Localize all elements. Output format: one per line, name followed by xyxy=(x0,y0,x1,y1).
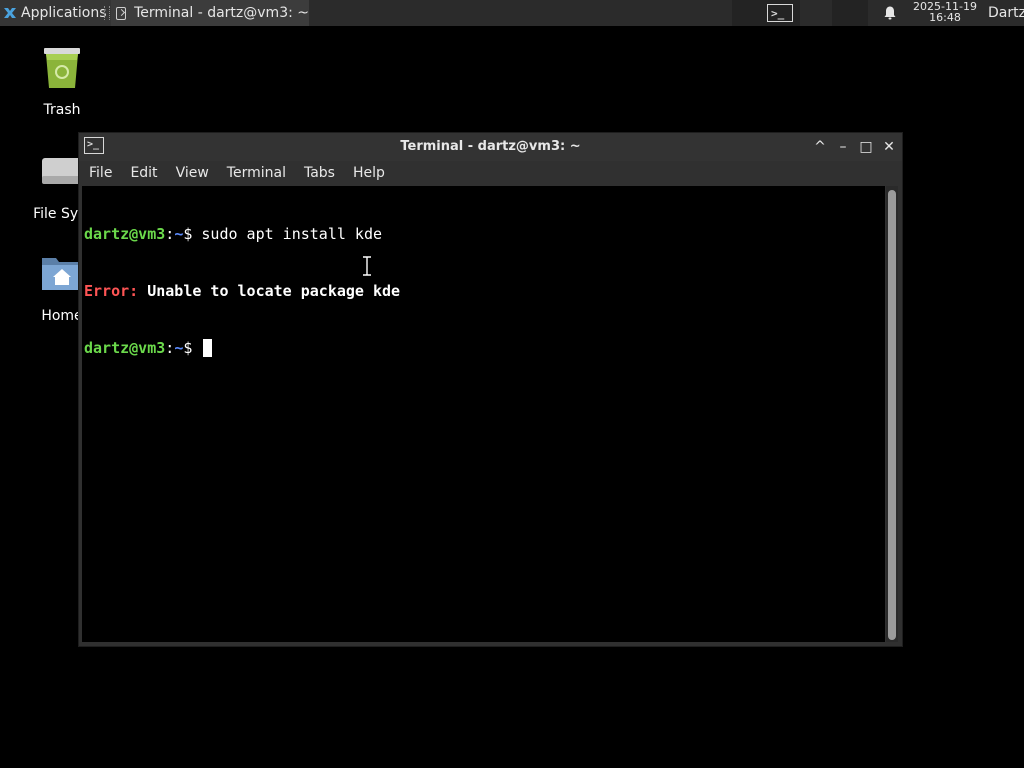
terminal-line: dartz@vm3:~$ sudo apt install kde xyxy=(84,225,883,244)
taskbar-terminal-label: Terminal - dartz@vm3: ~ xyxy=(134,5,309,21)
panel-clock[interactable]: 2025-11-19 16:48 xyxy=(906,1,984,23)
top-panel: Applications Terminal - dartz@vm3: ~ >_ … xyxy=(0,0,1024,26)
desktop-icon-trash[interactable]: Trash xyxy=(17,44,107,118)
prompt-user-host: dartz@vm3 xyxy=(84,225,166,243)
text-cursor xyxy=(203,339,213,357)
prompt-separator: : xyxy=(165,339,175,357)
prompt-symbol: $ xyxy=(183,225,202,243)
ibeam-cursor-icon xyxy=(363,256,371,276)
applications-menu-button[interactable]: Applications xyxy=(0,0,113,26)
workspace-2-button[interactable] xyxy=(832,0,868,26)
terminal-line: dartz@vm3:~$ xyxy=(84,339,883,358)
taskbar-terminal-button[interactable]: Terminal - dartz@vm3: ~ xyxy=(111,0,309,26)
user-menu-button[interactable]: Dartz xyxy=(988,0,1024,26)
prompt-user-host: dartz@vm3 xyxy=(84,339,166,357)
prompt-symbol: $ xyxy=(183,339,202,357)
error-label: Error: xyxy=(84,282,139,300)
notification-bell-icon[interactable] xyxy=(882,5,898,21)
terminal-scrollbar[interactable] xyxy=(886,186,898,642)
window-maximize-button[interactable]: □ xyxy=(858,139,874,155)
terminal-launcher-icon[interactable]: >_ xyxy=(767,4,793,22)
window-minimize-button[interactable]: – xyxy=(835,139,851,155)
desktop-label-trash: Trash xyxy=(43,102,81,118)
menu-help[interactable]: Help xyxy=(345,161,393,185)
menu-file[interactable]: File xyxy=(81,161,120,185)
window-titlebar[interactable]: >_ Terminal - dartz@vm3: ~ ^ – □ ✕ xyxy=(79,133,902,161)
menu-bar: File Edit View Terminal Tabs Help xyxy=(79,161,902,185)
window-title: Terminal - dartz@vm3: ~ xyxy=(400,139,581,154)
trash-icon xyxy=(44,48,80,88)
menu-terminal[interactable]: Terminal xyxy=(219,161,294,185)
window-close-button[interactable]: ✕ xyxy=(881,139,897,155)
terminal-output[interactable]: dartz@vm3:~$ sudo apt install kde Error:… xyxy=(82,186,885,642)
applications-label: Applications xyxy=(21,5,107,21)
prompt-separator: : xyxy=(165,225,175,243)
terminal-window: >_ Terminal - dartz@vm3: ~ ^ – □ ✕ File … xyxy=(78,132,903,647)
terminal-line: Error: Unable to locate package kde xyxy=(84,282,883,301)
prompt-path: ~ xyxy=(174,339,184,357)
xfce-logo-icon xyxy=(4,8,16,18)
menu-tabs[interactable]: Tabs xyxy=(296,161,343,185)
prompt-path: ~ xyxy=(174,225,184,243)
panel-separator xyxy=(104,6,110,20)
menu-view[interactable]: View xyxy=(168,161,217,185)
scrollbar-thumb[interactable] xyxy=(888,190,896,640)
menu-edit[interactable]: Edit xyxy=(122,161,165,185)
clock-time: 16:48 xyxy=(929,11,961,24)
command-text: sudo apt install kde xyxy=(201,225,383,243)
terminal-icon xyxy=(116,6,127,20)
error-message: Unable to locate package kde xyxy=(138,282,401,300)
window-shade-button[interactable]: ^ xyxy=(812,139,828,155)
